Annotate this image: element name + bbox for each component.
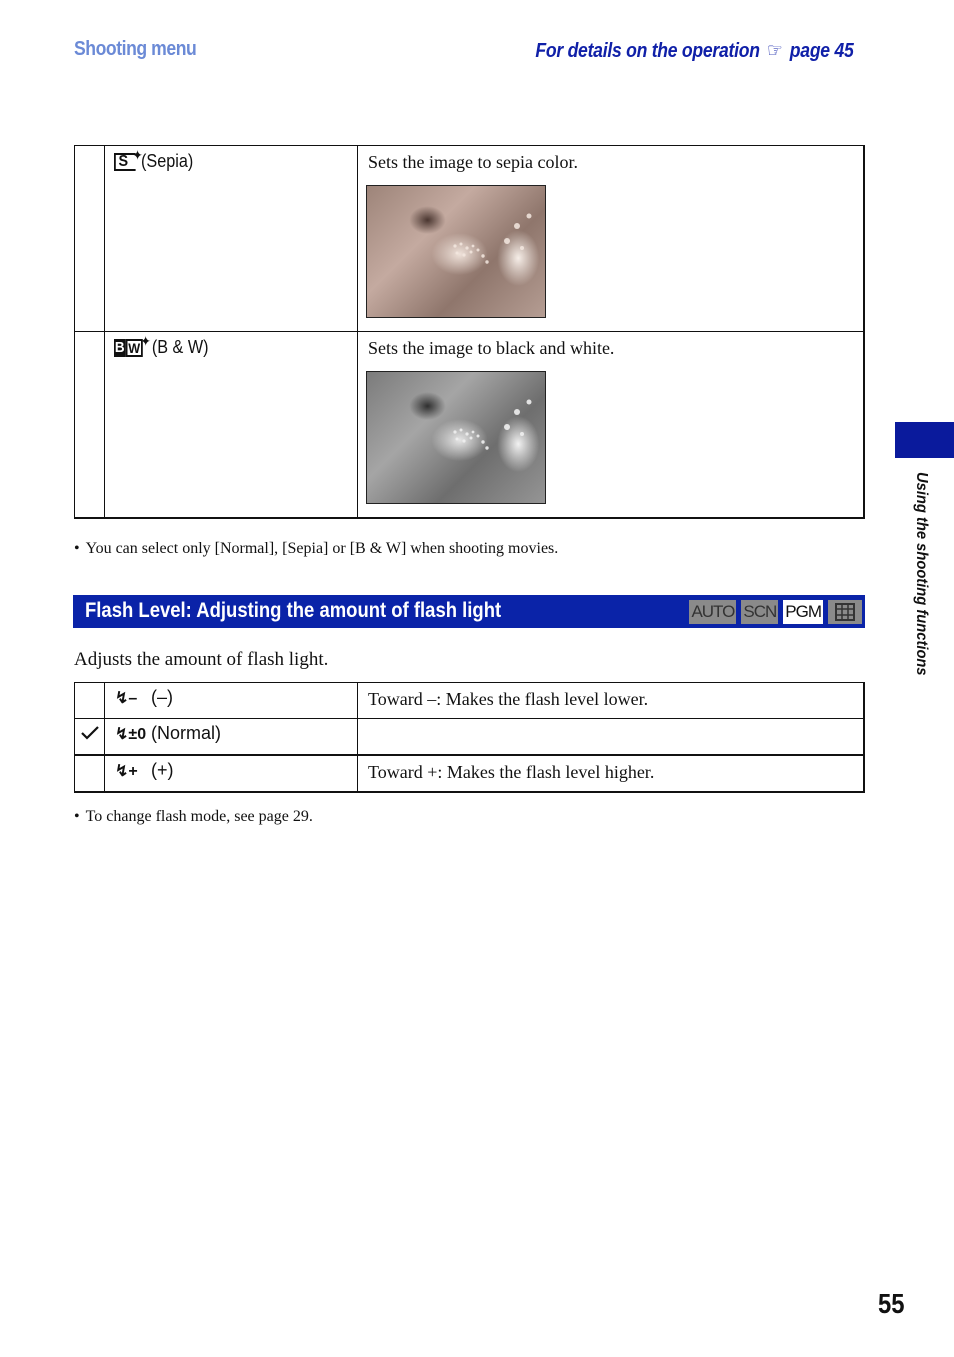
table-row-plus: ↯+ (+) Toward +: Makes the flash level h… <box>74 754 865 793</box>
check-cell <box>74 682 105 719</box>
movie-note: • You can select only [Normal], [Sepia] o… <box>74 540 559 557</box>
section-header: Shooting menu <box>74 38 197 60</box>
description-cell: Toward –: Makes the flash level lower. <box>357 682 865 719</box>
table-row-bw: BW ✦ (B & W) Sets the image to black and… <box>74 331 865 519</box>
movie-icon <box>828 600 862 624</box>
flash-minus-icon: ↯– <box>115 689 138 707</box>
option-description: Sets the image to black and white. <box>368 338 615 358</box>
option-cell: ↯– (–) <box>104 682 358 719</box>
option-cell: BW ✦ (B & W) <box>104 331 358 519</box>
stamen-dots <box>453 399 532 450</box>
flash-plus-icon: ↯+ <box>115 762 138 780</box>
option-label: (–) <box>151 687 173 707</box>
description-cell <box>357 718 865 756</box>
page-number: 55 <box>878 1288 905 1319</box>
check-cell <box>74 145 105 332</box>
color-mode-table: S ✦ (Sepia) Sets the image to sepia colo… <box>74 145 865 519</box>
flash-level-section-bar: Flash Level: Adjusting the amount of fla… <box>73 595 865 628</box>
check-cell <box>74 754 105 793</box>
mode-badge-pgm: PGM <box>783 600 823 624</box>
sepia-icon: S ✦ <box>114 147 143 171</box>
flash-mode-note: • To change flash mode, see page 29. <box>74 808 313 825</box>
mode-badge-scn: SCN <box>741 600 779 624</box>
default-check-icon <box>75 719 104 741</box>
check-cell <box>74 718 105 756</box>
pointing-hand-icon: ☞ <box>767 40 784 62</box>
option-cell: ↯+ (+) <box>104 754 358 793</box>
flash-level-table: ↯– (–) Toward –: Makes the flash level l… <box>74 682 865 793</box>
check-cell <box>74 331 105 519</box>
table-row-sepia: S ✦ (Sepia) Sets the image to sepia colo… <box>74 145 865 332</box>
option-cell: S ✦ (Sepia) <box>104 145 358 332</box>
bullet: • <box>74 540 80 557</box>
sepia-flower-photo <box>366 185 546 318</box>
description-cell: Sets the image to sepia color. <box>357 145 865 332</box>
chapter-label: Using the shooting functions <box>913 472 930 676</box>
option-label: (Sepia) <box>141 151 194 171</box>
details-text: For details on the operation <box>535 40 761 62</box>
option-label: (Normal) <box>151 723 221 743</box>
bw-icon: BW ✦ <box>114 332 151 357</box>
bullet: • <box>74 808 80 825</box>
description-cell: Sets the image to black and white. <box>357 331 865 519</box>
option-description: Sets the image to sepia color. <box>368 152 578 172</box>
mode-badge-auto: AUTO <box>689 600 737 624</box>
mode-badges: AUTO SCN PGM <box>689 600 862 624</box>
chapter-tab <box>895 422 954 458</box>
option-description <box>358 719 863 725</box>
stamen-dots <box>453 213 532 264</box>
flash-normal-icon: ↯±0 <box>115 725 147 743</box>
description-cell: Toward +: Makes the flash level higher. <box>357 754 865 793</box>
details-page-link[interactable]: page 45 <box>790 40 854 62</box>
option-label: (B & W) <box>151 337 209 357</box>
option-cell: ↯±0 (Normal) <box>104 718 358 756</box>
table-row-minus: ↯– (–) Toward –: Makes the flash level l… <box>74 682 865 719</box>
section-title: Flash Level: Adjusting the amount of fla… <box>85 599 502 622</box>
option-label: (+) <box>151 760 174 780</box>
table-row-normal: ↯±0 (Normal) <box>74 718 865 756</box>
option-description: Toward +: Makes the flash level higher. <box>368 762 655 782</box>
bw-flower-photo <box>366 371 546 504</box>
flash-intro: Adjusts the amount of flash light. <box>74 649 329 670</box>
operation-reference: For details on the operation ☞ page 45 <box>536 38 854 63</box>
option-description: Toward –: Makes the flash level lower. <box>368 689 649 709</box>
